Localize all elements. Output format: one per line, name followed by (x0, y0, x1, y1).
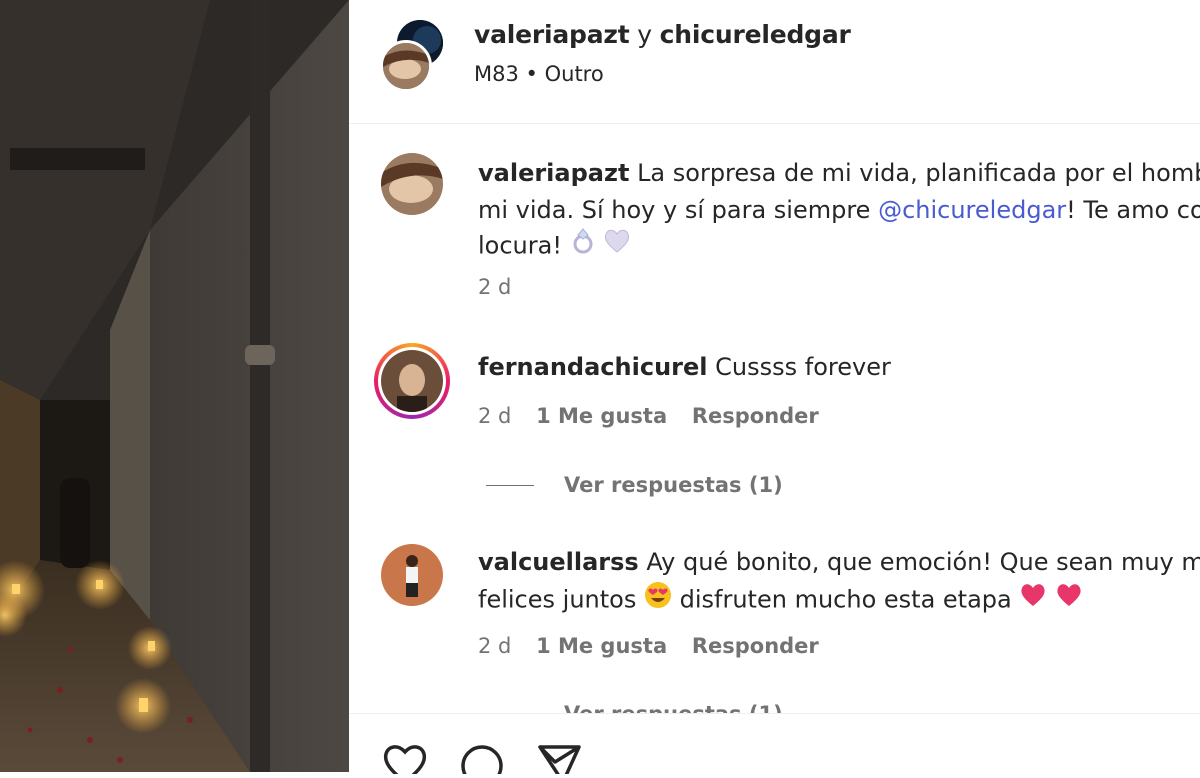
comment-avatar[interactable] (381, 350, 443, 412)
post-authors: valeriapazt y chicureledgar (474, 20, 851, 49)
comment-icon[interactable] (459, 742, 505, 778)
comment-2-reply-button[interactable]: Responder (692, 634, 819, 658)
author-avatar[interactable] (380, 40, 432, 92)
caption-avatar[interactable] (381, 153, 443, 215)
like-icon[interactable] (382, 742, 428, 778)
comment-2-likes[interactable]: 1 Me gusta (536, 634, 667, 658)
post-photo[interactable] (0, 0, 349, 772)
caption-line-3: locura! (478, 227, 631, 266)
replies-line (486, 484, 534, 486)
comment-2-text-1: Ay qué bonito, que emoción! Que sean muy… (646, 548, 1200, 576)
comment-2-line-1: valcuellarss Ay qué bonito, que emoción!… (478, 544, 1200, 581)
caption-text-2: mi vida. Sí hoy y sí para siempre (478, 196, 879, 224)
view-replies-label[interactable]: Ver respuestas (1) (564, 473, 783, 497)
caption-meta: 2 d (478, 275, 529, 299)
audio-artist[interactable]: M83 (474, 62, 519, 86)
caption-line-1: valeriapazt La sorpresa de mi vida, plan… (478, 155, 1200, 192)
comment-2-line-2: felices juntos disfruten mucho esta etap… (478, 581, 1083, 620)
collaborator-username[interactable]: chicureledgar (660, 20, 851, 49)
white-heart-icon (603, 228, 631, 265)
comment-2-username[interactable]: valcuellarss (478, 548, 639, 576)
comment-2-text-3: disfruten mucho esta etapa (679, 585, 1012, 614)
comment-2-text-2: felices juntos (478, 585, 637, 614)
view-replies-label[interactable]: Ver respuestas (1) (564, 702, 783, 713)
caption-text-3: ! Te amo con (1066, 196, 1200, 224)
authors-connector: y (637, 20, 652, 49)
story-ring[interactable] (374, 343, 450, 419)
caption-text-4: locura! (478, 231, 562, 260)
heart-eyes-icon (644, 581, 672, 620)
caption-line-2: mi vida. Sí hoy y sí para siempre @chicu… (478, 192, 1200, 229)
comment-2-view-replies[interactable]: Ver respuestas (1) (486, 702, 783, 713)
pink-heart-icon (1019, 582, 1047, 619)
audio-song[interactable]: Outro (545, 62, 604, 86)
comment-1-time[interactable]: 2 d (478, 404, 511, 428)
ring-icon (570, 227, 596, 266)
comment-1-likes[interactable]: 1 Me gusta (536, 404, 667, 428)
comment-avatar[interactable] (381, 544, 443, 606)
comment-1-view-replies[interactable]: Ver respuestas (1) (486, 473, 783, 497)
pink-heart-icon (1055, 582, 1083, 619)
audio-info[interactable]: M83 • Outro (474, 62, 604, 86)
caption-text-1: La sorpresa de mi vida, planificada por … (637, 159, 1200, 187)
header-divider (349, 123, 1200, 124)
comment-1-line: fernandachicurel Cussss forever (478, 349, 891, 386)
caption-username[interactable]: valeriapazt (478, 159, 629, 187)
comment-1-meta: 2 d 1 Me gusta Responder (478, 404, 837, 428)
share-icon[interactable] (537, 742, 583, 778)
comment-2-time[interactable]: 2 d (478, 634, 511, 658)
comment-1-reply-button[interactable]: Responder (692, 404, 819, 428)
actions-divider (349, 713, 1200, 714)
comment-1-text: Cussss forever (715, 353, 891, 381)
audio-separator: • (525, 62, 538, 86)
comment-2-meta: 2 d 1 Me gusta Responder (478, 634, 837, 658)
author-username[interactable]: valeriapazt (474, 20, 630, 49)
caption-time[interactable]: 2 d (478, 275, 511, 299)
caption-mention[interactable]: @chicureledgar (878, 196, 1066, 224)
comment-1-username[interactable]: fernandachicurel (478, 353, 708, 381)
